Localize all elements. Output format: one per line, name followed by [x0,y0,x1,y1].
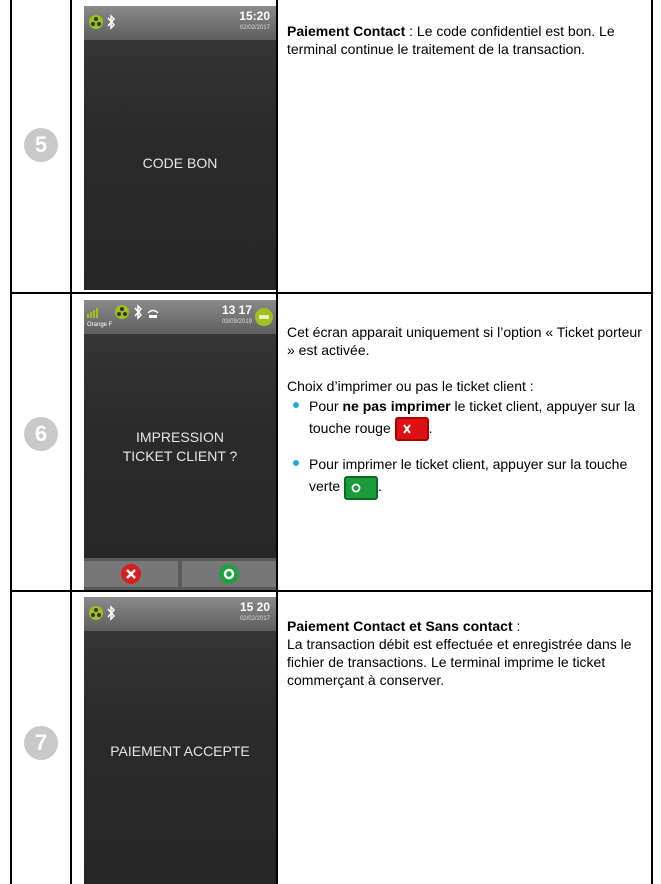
bluetooth-icon [107,605,116,621]
column-divider-1 [70,0,72,884]
step-description: Paiement Contact : Le code confidentiel … [287,22,647,58]
softkey-bar [84,558,276,590]
network-icon [115,305,129,319]
description-intro: Cet écran apparait uniquement si l’optio… [287,324,642,358]
ok-icon [219,564,239,584]
description-text: La transaction débit est effectuée et en… [287,636,632,688]
signal-icon [89,606,103,620]
screen-message: IMPRESSION [136,429,224,445]
network-operator: Orange F [87,322,113,328]
step-description: Paiement Contact et Sans contact : La tr… [287,617,647,689]
terminal-screen: 15 20 02/02/2017 PAIEMENT ACCEPTE [84,597,276,884]
terminal-screen: 15:20 02/02/2017 CODE BON [84,6,276,290]
clock-time: 15 20 [239,600,270,614]
screen-message: CODE BON [142,155,218,171]
clock-time: 13 17 [221,303,252,317]
clock-date: 02/02/2017 [239,25,270,31]
step-number: 7 [24,726,58,760]
bluetooth-icon [107,14,116,30]
clock-date: 02/02/2017 [239,616,270,622]
terminal-screen: Orange F 13 17 03/09/2019 IMPRESSION TIC… [84,300,276,590]
status-bar: 15 20 02/02/2017 [84,597,276,631]
option-text: Pour [309,398,343,414]
screen-message: TICKET CLIENT ? [122,448,238,464]
row-divider-2 [10,590,653,592]
status-bar: Orange F 13 17 03/09/2019 [84,300,276,334]
clock-time: 15:20 [239,9,270,23]
row-divider-1 [10,292,653,294]
step-number: 5 [24,128,58,162]
bullet-icon [293,460,299,467]
list-item: Pour imprimer le ticket client, appuyer … [287,453,647,500]
options-list: Pour ne pas imprimer le ticket client, a… [287,395,647,500]
signal-icon [89,15,103,29]
cancel-softkey[interactable] [84,561,178,587]
table-border-right [651,0,653,884]
validate-softkey[interactable] [182,561,276,587]
description-title-suffix: : [512,618,521,634]
bluetooth-icon [134,304,143,320]
list-item: Pour ne pas imprimer le ticket client, a… [287,395,647,442]
red-key-icon [394,417,429,442]
battery-icon [255,308,273,326]
close-icon [121,564,141,584]
step-description: Cet écran apparait uniquement si l’optio… [287,323,647,500]
table-border-left [10,0,12,884]
wifi-icon [147,309,159,318]
column-divider-2 [276,0,278,884]
option-emphasis: ne pas imprimer [342,398,451,414]
signal-icon [87,308,98,318]
bullet-icon [293,402,299,408]
status-bar: 15:20 02/02/2017 [84,6,276,40]
description-choice: Choix d’imprimer ou pas le ticket client… [287,378,534,394]
description-title: Paiement Contact et Sans contact [287,618,513,634]
green-key-icon [344,475,379,500]
screen-message: PAIEMENT ACCEPTE [110,743,250,759]
description-title: Paiement Contact [287,23,406,39]
clock-date: 03/09/2019 [221,319,252,325]
step-number: 6 [24,417,58,451]
